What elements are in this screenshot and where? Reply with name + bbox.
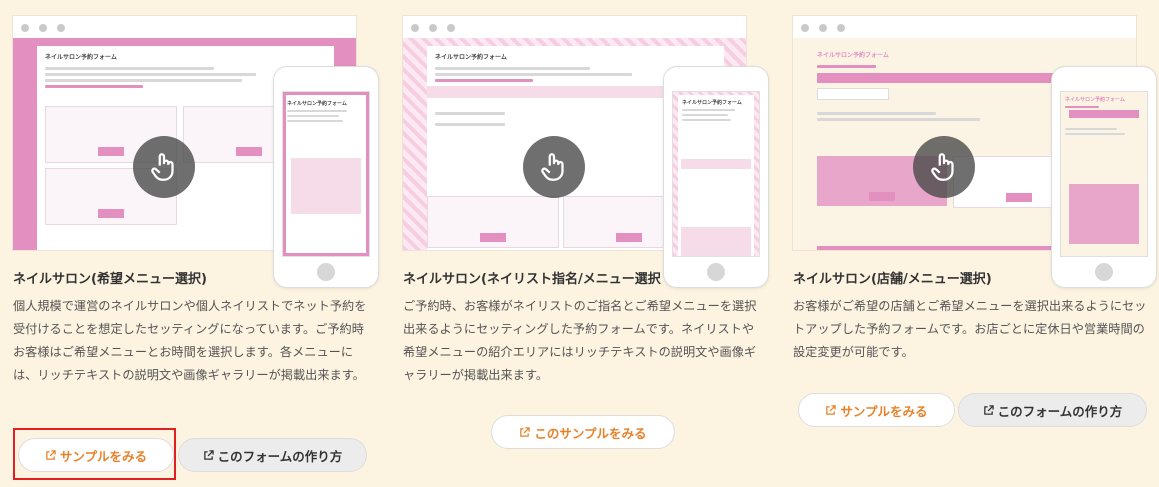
external-link-icon [203, 449, 214, 460]
mock-form-title: ネイルサロン予約フォーム [817, 52, 889, 59]
howto-button-label: このフォームの作り方 [997, 403, 1123, 419]
mock-form-title: ネイルサロン予約フォーム [45, 54, 117, 61]
external-link-icon [983, 404, 994, 415]
card-title: ネイルサロン(店舗/メニュー選択) [793, 272, 992, 287]
template-preview-1[interactable]: ネイルサロン予約フォーム ネイルサロン予約フォーム [13, 0, 379, 290]
howto-button-3[interactable]: このフォームの作り方 [958, 393, 1147, 427]
sample-button-3[interactable]: サンプルをみる [798, 393, 955, 427]
howto-button-1[interactable]: このフォームの作り方 [178, 438, 367, 472]
mock-phone-title: ネイルサロン予約フォーム [1065, 97, 1125, 103]
card-title: ネイルサロン(ネイリスト指名/メニュー選択 [403, 272, 661, 287]
external-link-icon [826, 404, 837, 415]
phone-mockup: ネイルサロン予約フォーム [273, 66, 379, 288]
phone-mockup: ネイルサロン予約フォーム [1051, 66, 1157, 288]
mock-phone-title: ネイルサロン予約フォーム [682, 100, 742, 106]
template-preview-3[interactable]: ネイルサロン予約フォーム ネイルサロン予約フォーム [793, 0, 1157, 290]
template-card-3: ネイルサロン予約フォーム ネイルサロン予約フォーム ネイルサロン(店舗/メニュー… [793, 0, 1157, 364]
template-preview-2[interactable]: ネイルサロン予約フォーム ネイルサロン予約フォーム [403, 0, 769, 290]
card-description: 個人規模で運営のネイルサロンや個人ネイリストでネット予約を受付けることを想定した… [13, 299, 367, 382]
card-title: ネイルサロン(希望メニュー選択) [13, 272, 207, 287]
mock-form-title: ネイルサロン予約フォーム [435, 54, 507, 61]
phone-mockup: ネイルサロン予約フォーム [663, 66, 769, 288]
template-card-1: ネイルサロン予約フォーム ネイルサロン予約フォーム ネイルサロン(希望メニュー選… [13, 0, 379, 387]
hand-pointer-icon [523, 136, 585, 198]
card-description: ご予約時、お客様がネイリストのご指名とご希望メニューを選択出来るようにセッティン… [403, 299, 757, 382]
selection-highlight [13, 428, 176, 480]
external-link-icon [520, 426, 531, 437]
template-card-2: ネイルサロン予約フォーム ネイルサロン予約フォーム ネイルサロン(ネイリスト指名… [403, 0, 769, 387]
hand-pointer-icon [133, 136, 195, 198]
sample-button-label: サンプルをみる [840, 403, 928, 419]
hand-pointer-icon [913, 136, 975, 198]
sample-button-2[interactable]: このサンプルをみる [491, 415, 675, 449]
card-description: お客様がご希望の店舗とご希望メニューを選択出来るようにセットアップした予約フォー… [793, 299, 1147, 359]
sample-button-label: このサンプルをみる [534, 425, 647, 441]
howto-button-label: このフォームの作り方 [217, 448, 343, 464]
